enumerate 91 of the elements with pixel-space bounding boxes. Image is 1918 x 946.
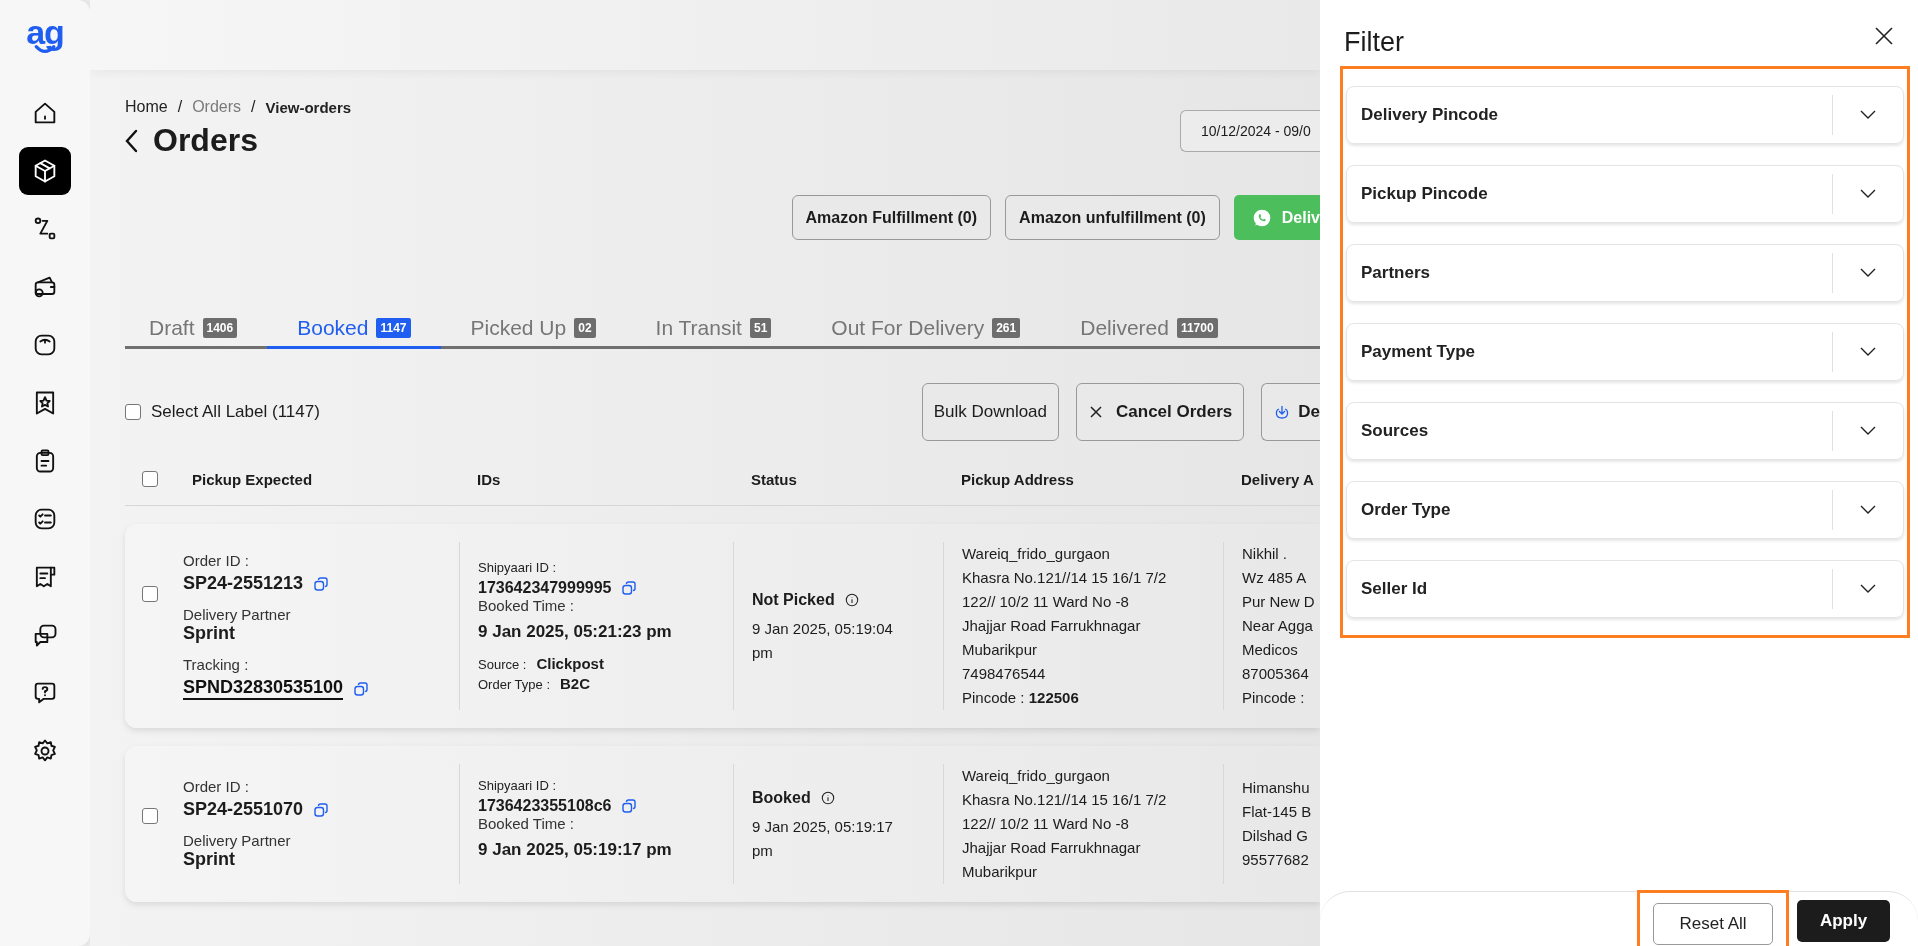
pickup-address: Wareiq_frido_gurgaon Khasra No.121//14 15 16/1 7/2 122// 10/2 11 Ward No -8 Jhajjar Road Farrukhnagar Mubarikpur 7498476544	[962, 544, 1168, 684]
shipyaari-id: 173642347999995	[478, 579, 612, 597]
booked-time: 9 Jan 2025, 05:21:23 pm	[478, 622, 673, 642]
status-text: Booked	[752, 789, 811, 807]
column-header: IDs	[477, 470, 501, 488]
date-range-field[interactable]: 10/12/2024 - 09/0	[1180, 110, 1320, 152]
filter-dropdown[interactable]: Order Type	[1346, 481, 1904, 539]
chevron-down-icon	[1860, 426, 1876, 436]
status-time: 9 Jan 2025, 05:19:17 pm	[752, 817, 894, 861]
cancel-orders-button[interactable]: Cancel Orders	[1076, 383, 1245, 441]
copy-icon[interactable]	[353, 680, 370, 697]
field-label: Shipyaari ID :	[478, 560, 558, 575]
pincode-text: Pincode :	[1242, 688, 1306, 708]
panel-title: Filter	[1344, 27, 1404, 58]
status-tab[interactable]: Draft 1406	[125, 316, 268, 349]
status-tab[interactable]: Booked 1147	[267, 316, 441, 349]
copy-icon[interactable]	[313, 575, 330, 592]
copy-icon[interactable]	[621, 798, 638, 814]
filter-dropdown[interactable]: Pickup Pincode	[1346, 165, 1904, 223]
delivery-address: Himanshu Flat-145 B Dilshad G 95577682	[1242, 778, 1313, 870]
logo: ag	[26, 18, 64, 54]
status-tab[interactable]: Out For Delivery 261	[801, 316, 1051, 349]
partner-name: Sprint	[183, 849, 236, 870]
column-header: Delivery A	[1241, 470, 1314, 488]
page-title: Orders	[153, 122, 258, 159]
reset-button[interactable]: Reset All	[1653, 902, 1773, 945]
field-label: Delivery Partner	[183, 606, 292, 623]
apply-button[interactable]: Apply	[1797, 900, 1890, 942]
copy-icon[interactable]	[621, 580, 638, 596]
info-icon[interactable]	[820, 791, 835, 805]
field-label: Booked Time :	[478, 597, 575, 614]
breadcrumb-separator: /	[251, 98, 256, 116]
tracking-link[interactable]: SPND32830535100	[183, 677, 344, 700]
checkbox[interactable]	[142, 808, 158, 824]
field-label: Source :	[478, 657, 527, 672]
column-header: Pickup Address	[961, 470, 1074, 488]
pincode-text: Pincode : 122506	[962, 688, 1080, 708]
whatsapp-icon	[1251, 207, 1272, 228]
chevron-down-icon	[1860, 584, 1876, 594]
chevron-down-icon	[1860, 110, 1876, 120]
status-tab[interactable]: Delivered 11700	[1050, 316, 1248, 349]
field-label: Delivery Partner	[183, 832, 292, 849]
order-id: SP24-2551070	[183, 799, 304, 820]
status-tab[interactable]: In Transit 51	[625, 316, 802, 349]
shipyaari-id: 1736423355108c6	[478, 797, 612, 815]
download-button[interactable]: De	[1261, 383, 1320, 441]
order-id: SP24-2551213	[183, 573, 304, 594]
booked-time: 9 Jan 2025, 05:19:17 pm	[478, 840, 673, 860]
checkbox[interactable]	[142, 586, 158, 602]
chevron-down-icon	[1860, 268, 1876, 278]
source-value: Clickpost	[536, 655, 604, 672]
filter-dropdown[interactable]: Seller Id	[1346, 560, 1904, 618]
back-icon[interactable]	[125, 127, 139, 154]
close-icon[interactable]	[1874, 26, 1894, 46]
field-label: Tracking :	[183, 656, 250, 673]
close-icon	[1088, 404, 1105, 420]
pickup-address: Wareiq_frido_gurgaon Khasra No.121//14 15 16/1 7/2 122// 10/2 11 Ward No -8 Jhajjar Road Farrukhnagar Mubarikpur	[962, 766, 1168, 882]
status-tab[interactable]: Picked Up 02	[440, 316, 626, 349]
filter-dropdown[interactable]: Partners	[1346, 244, 1904, 302]
filter-button[interactable]: Amazon unfulfillment (0)	[1005, 195, 1220, 240]
delivery-address: Nikhil . Wz 485 A Pur New D Near Agga Medicos 87005364	[1242, 544, 1316, 684]
field-label: Shipyaari ID :	[478, 778, 558, 793]
field-label: Booked Time :	[478, 815, 575, 832]
nav-item[interactable]	[19, 147, 71, 195]
column-header: Pickup Expected	[192, 470, 313, 488]
filter-dropdown[interactable]: Delivery Pincode	[1346, 86, 1904, 144]
filter-button[interactable]: Amazon Fulfillment (0)	[791, 195, 992, 240]
status-text: Not Picked	[752, 591, 835, 609]
breadcrumb-link[interactable]: Orders	[192, 98, 242, 116]
chevron-down-icon	[1860, 347, 1876, 357]
checkbox[interactable]	[142, 471, 158, 487]
order-type-value: B2C	[560, 675, 591, 692]
status-time: 9 Jan 2025, 05:19:04 pm	[752, 619, 894, 663]
column-header: Status	[751, 470, 797, 488]
breadcrumb-link[interactable]: Home	[125, 98, 168, 116]
breadcrumb-link[interactable]: View-orders	[265, 98, 352, 116]
bulk-download-button[interactable]: Bulk Download	[921, 383, 1060, 441]
copy-icon[interactable]	[313, 801, 330, 818]
download-icon	[1274, 404, 1291, 420]
field-label: Order ID :	[183, 778, 250, 795]
filter-dropdown[interactable]: Payment Type	[1346, 323, 1904, 381]
select-all-label: Select All Label (1147)	[151, 402, 320, 422]
breadcrumb-separator: /	[177, 98, 183, 116]
info-icon[interactable]	[844, 593, 859, 607]
chevron-down-icon	[1860, 189, 1876, 199]
filter-dropdown[interactable]: Sources	[1346, 402, 1904, 460]
checkbox[interactable]	[125, 404, 141, 420]
partner-name: Sprint	[183, 623, 236, 644]
field-label: Order Type :	[478, 677, 550, 692]
field-label: Order ID :	[183, 552, 250, 569]
chevron-down-icon	[1860, 505, 1876, 515]
